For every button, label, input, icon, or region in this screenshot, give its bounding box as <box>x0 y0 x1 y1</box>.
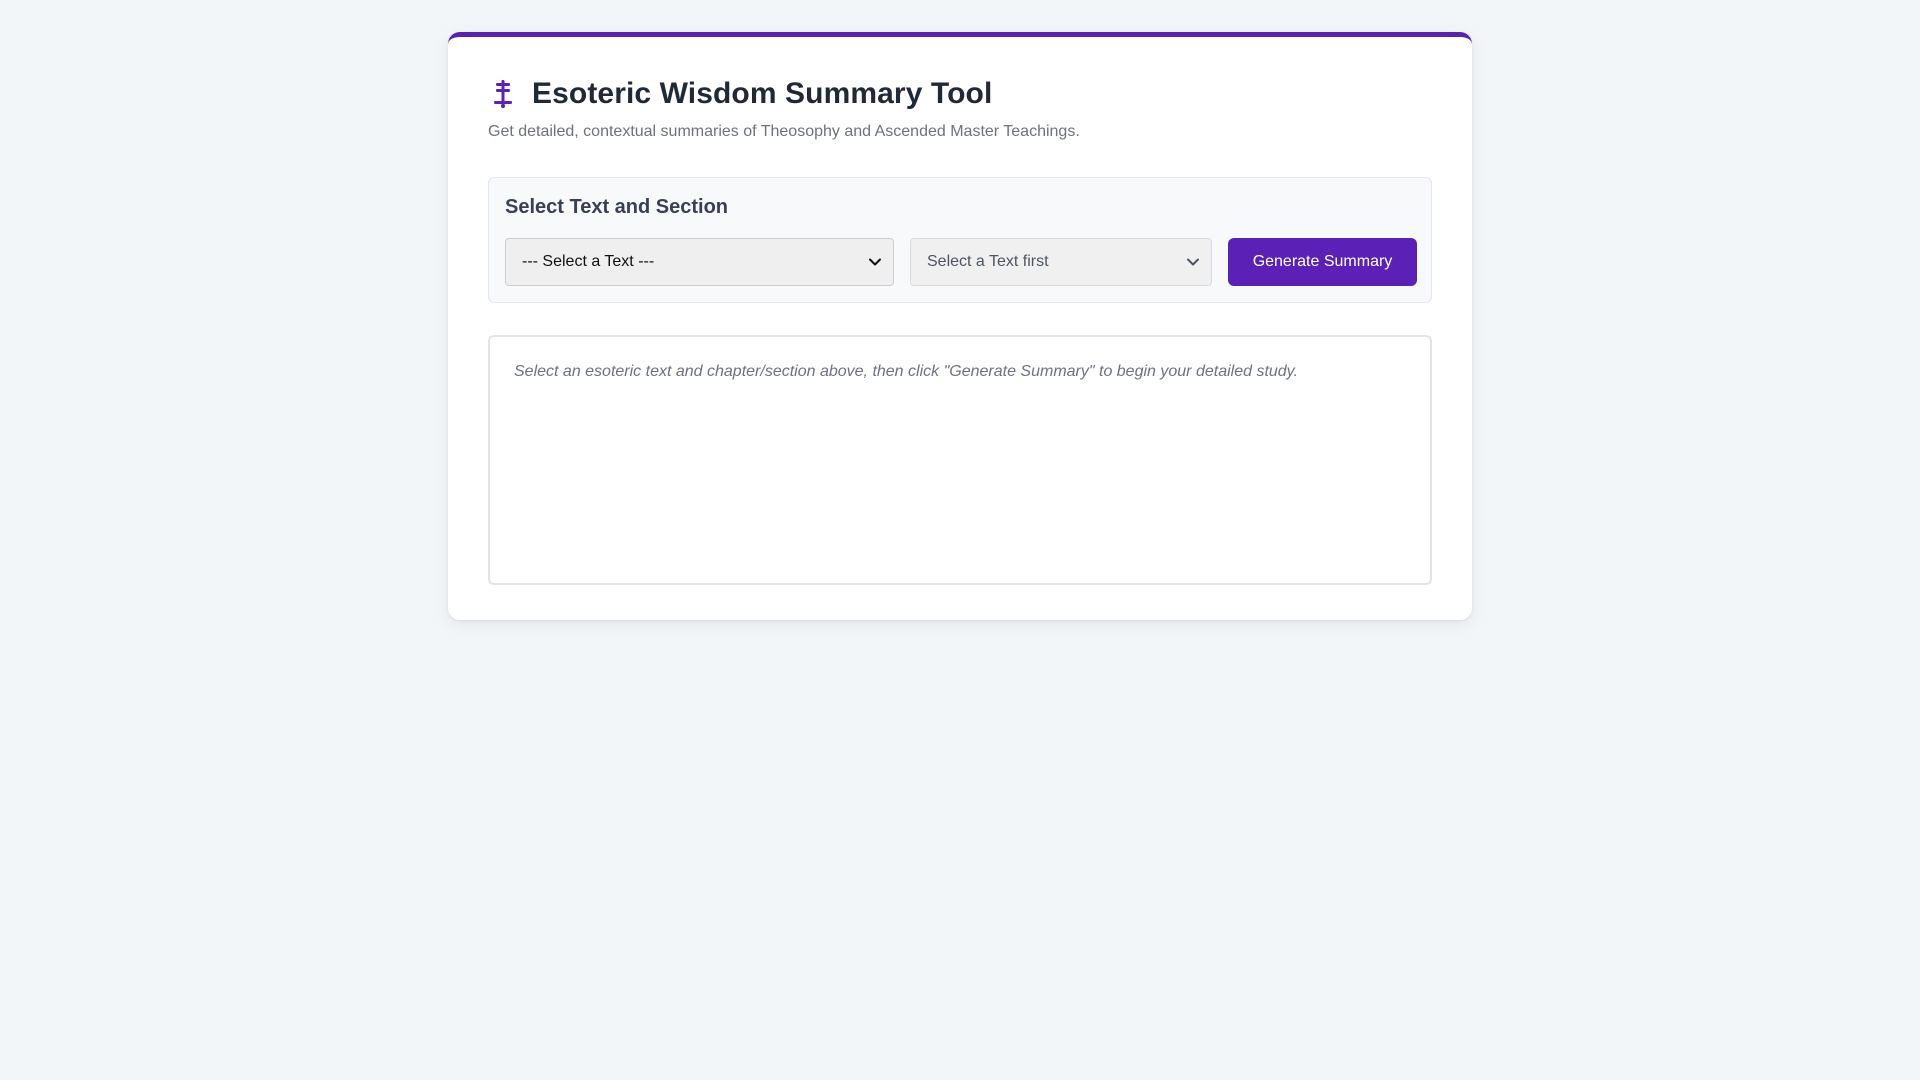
page-title: Esoteric Wisdom Summary Tool <box>532 77 993 110</box>
selection-panel: Select Text and Section --- Select a Tex… <box>488 177 1432 303</box>
summary-output: Select an esoteric text and chapter/sect… <box>488 335 1432 585</box>
page-subtitle: Get detailed, contextual summaries of Th… <box>488 123 1080 140</box>
selection-panel-title: Select Text and Section <box>505 196 729 218</box>
section-select-value: Select a Text first <box>927 253 1049 270</box>
text-select-value: --- Select a Text --- <box>522 253 655 270</box>
text-select[interactable]: --- Select a Text --- <box>505 238 894 286</box>
chevron-down-icon <box>1187 256 1199 268</box>
section-select[interactable]: Select a Text first <box>910 238 1212 286</box>
page-header: Esoteric Wisdom Summary Tool <box>488 77 992 111</box>
scroll-icon <box>490 77 516 111</box>
main-card: Esoteric Wisdom Summary Tool Get detaile… <box>448 32 1472 620</box>
summary-placeholder: Select an esoteric text and chapter/sect… <box>514 363 1298 380</box>
chevron-down-icon <box>869 256 881 268</box>
generate-summary-button[interactable]: Generate Summary <box>1228 238 1417 286</box>
